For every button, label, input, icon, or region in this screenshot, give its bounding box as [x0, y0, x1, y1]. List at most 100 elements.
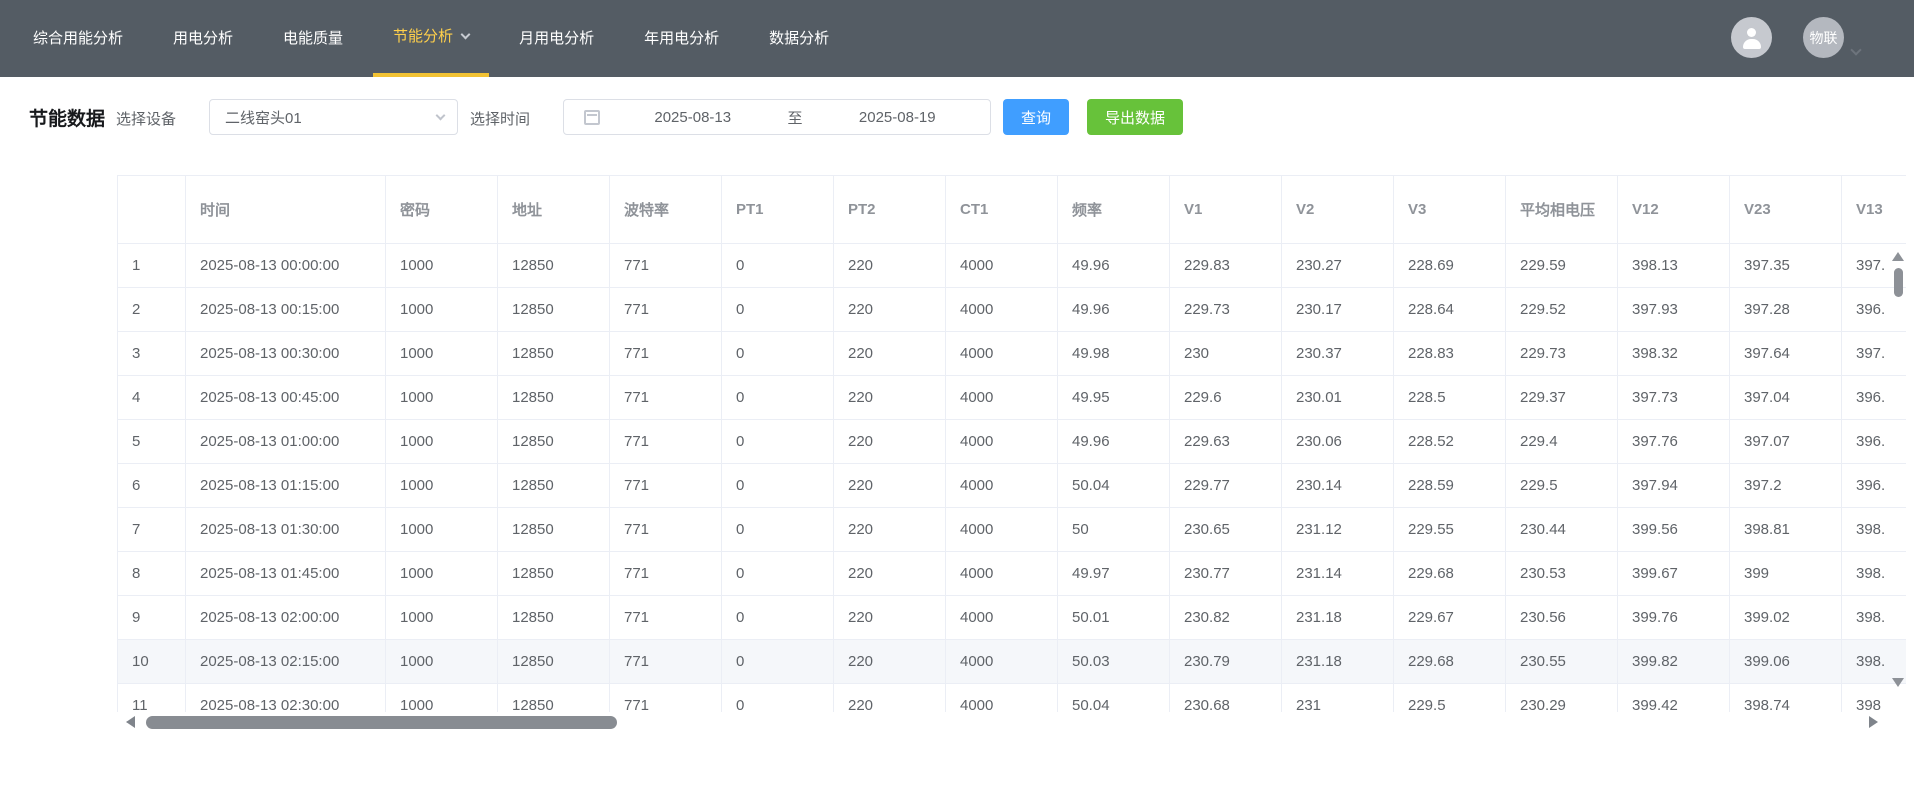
table-cell: 229.5: [1394, 684, 1506, 713]
table-cell: 0: [722, 420, 834, 464]
row-index-cell: 6: [118, 464, 186, 508]
device-select[interactable]: 二线窑头01: [209, 99, 458, 135]
page-title: 节能数据: [29, 104, 105, 131]
row-index-cell: 1: [118, 244, 186, 288]
account-badge[interactable]: 物联: [1803, 17, 1844, 58]
table-cell: 0: [722, 464, 834, 508]
table-cell: 220: [834, 244, 946, 288]
table-row: 102025-08-13 02:15:001000128507710220400…: [118, 640, 1907, 684]
table-cell: 398.: [1842, 552, 1907, 596]
table-cell: 230.17: [1282, 288, 1394, 332]
table-cell: 1000: [386, 464, 498, 508]
table-cell: 49.97: [1058, 552, 1170, 596]
horizontal-scrollbar[interactable]: [146, 716, 617, 729]
table-cell: 50.04: [1058, 464, 1170, 508]
date-end-input[interactable]: 2025-08-19: [805, 109, 991, 126]
date-range-separator: 至: [786, 107, 805, 128]
table-cell: 230.77: [1170, 552, 1282, 596]
table-cell: 398.: [1842, 508, 1907, 552]
table-cell: 4000: [946, 420, 1058, 464]
table-cell: 0: [722, 332, 834, 376]
scroll-up-arrow-icon[interactable]: [1892, 252, 1904, 261]
row-index-cell: 5: [118, 420, 186, 464]
nav-item-power-quality[interactable]: 电能质量: [263, 0, 363, 77]
table-cell: 50: [1058, 508, 1170, 552]
table-row: 42025-08-13 00:45:0010001285077102204000…: [118, 376, 1907, 420]
header-cell: PT1: [722, 176, 834, 244]
table-cell: 398.: [1842, 596, 1907, 640]
table-cell: 229.63: [1170, 420, 1282, 464]
date-start-input[interactable]: 2025-08-13: [600, 109, 786, 126]
table-cell: 399.76: [1618, 596, 1730, 640]
table-cell: 229.68: [1394, 552, 1506, 596]
table-cell: 4000: [946, 244, 1058, 288]
table-cell: 230.68: [1170, 684, 1282, 713]
time-select-label: 选择时间: [470, 108, 530, 129]
avatar[interactable]: [1731, 17, 1772, 58]
table-cell: 397.73: [1618, 376, 1730, 420]
table-cell: 398.81: [1730, 508, 1842, 552]
table-cell: 771: [610, 552, 722, 596]
export-data-button[interactable]: 导出数据: [1087, 99, 1183, 135]
table-cell: 230.82: [1170, 596, 1282, 640]
table-cell: 0: [722, 596, 834, 640]
table-cell: 220: [834, 596, 946, 640]
query-button[interactable]: 查询: [1003, 99, 1069, 135]
scroll-left-arrow-icon[interactable]: [126, 716, 135, 728]
table-cell: 230.01: [1282, 376, 1394, 420]
table-cell: 399.42: [1618, 684, 1730, 713]
table-cell: 50.01: [1058, 596, 1170, 640]
row-index-cell: 11: [118, 684, 186, 713]
table-cell: 399.06: [1730, 640, 1842, 684]
app-window: 综合用能分析 用电分析 电能质量 节能分析 月用电分析 年用电分析 数据分析 物…: [0, 0, 1914, 795]
table-cell: 230.79: [1170, 640, 1282, 684]
table-cell: 771: [610, 332, 722, 376]
table-cell: 230.55: [1506, 640, 1618, 684]
table-cell: 2025-08-13 01:15:00: [186, 464, 386, 508]
table-cell: 1000: [386, 376, 498, 420]
table-cell: 2025-08-13 00:15:00: [186, 288, 386, 332]
scroll-down-arrow-icon[interactable]: [1892, 678, 1904, 687]
chevron-down-icon[interactable]: [1850, 44, 1861, 55]
table-cell: 397.93: [1618, 288, 1730, 332]
table-cell: 229.37: [1506, 376, 1618, 420]
table-cell: 4000: [946, 552, 1058, 596]
nav-item-monthly-electricity[interactable]: 月用电分析: [499, 0, 614, 77]
table-cell: 50.03: [1058, 640, 1170, 684]
row-index-cell: 4: [118, 376, 186, 420]
table-cell: 231.14: [1282, 552, 1394, 596]
date-range-picker[interactable]: 2025-08-13 至 2025-08-19: [563, 99, 991, 135]
vertical-scrollbar[interactable]: [1894, 268, 1903, 297]
table-cell: 2025-08-13 01:00:00: [186, 420, 386, 464]
table-cell: 229.77: [1170, 464, 1282, 508]
table-cell: 229.67: [1394, 596, 1506, 640]
table-cell: 220: [834, 420, 946, 464]
table-cell: 771: [610, 464, 722, 508]
header-cell: 时间: [186, 176, 386, 244]
nav-item-comprehensive-energy[interactable]: 综合用能分析: [13, 0, 143, 77]
table-cell: 220: [834, 332, 946, 376]
user-icon: [1741, 27, 1763, 49]
table-cell: 4000: [946, 332, 1058, 376]
table-cell: 231.18: [1282, 596, 1394, 640]
nav-item-energy-saving[interactable]: 节能分析: [373, 0, 489, 77]
table-cell: 0: [722, 508, 834, 552]
table-row: 62025-08-13 01:15:0010001285077102204000…: [118, 464, 1907, 508]
table-cell: 771: [610, 640, 722, 684]
table-cell: 2025-08-13 02:00:00: [186, 596, 386, 640]
table-cell: 399.67: [1618, 552, 1730, 596]
table-cell: 228.83: [1394, 332, 1506, 376]
nav-item-data-analysis[interactable]: 数据分析: [749, 0, 849, 77]
table-cell: 12850: [498, 596, 610, 640]
table-cell: 230.27: [1282, 244, 1394, 288]
nav-item-electricity-analysis[interactable]: 用电分析: [153, 0, 253, 77]
table-cell: 399.56: [1618, 508, 1730, 552]
chevron-down-icon: [436, 111, 446, 121]
scroll-right-arrow-icon[interactable]: [1869, 716, 1878, 728]
table-cell: 396.: [1842, 464, 1907, 508]
table-cell: 1000: [386, 640, 498, 684]
table-cell: 0: [722, 640, 834, 684]
energy-data-table: 时间密码地址波特率PT1PT2CT1频率V1V2V3平均相电压V12V23V13…: [117, 175, 1906, 712]
table-cell: 1000: [386, 684, 498, 713]
nav-item-yearly-electricity[interactable]: 年用电分析: [624, 0, 739, 77]
